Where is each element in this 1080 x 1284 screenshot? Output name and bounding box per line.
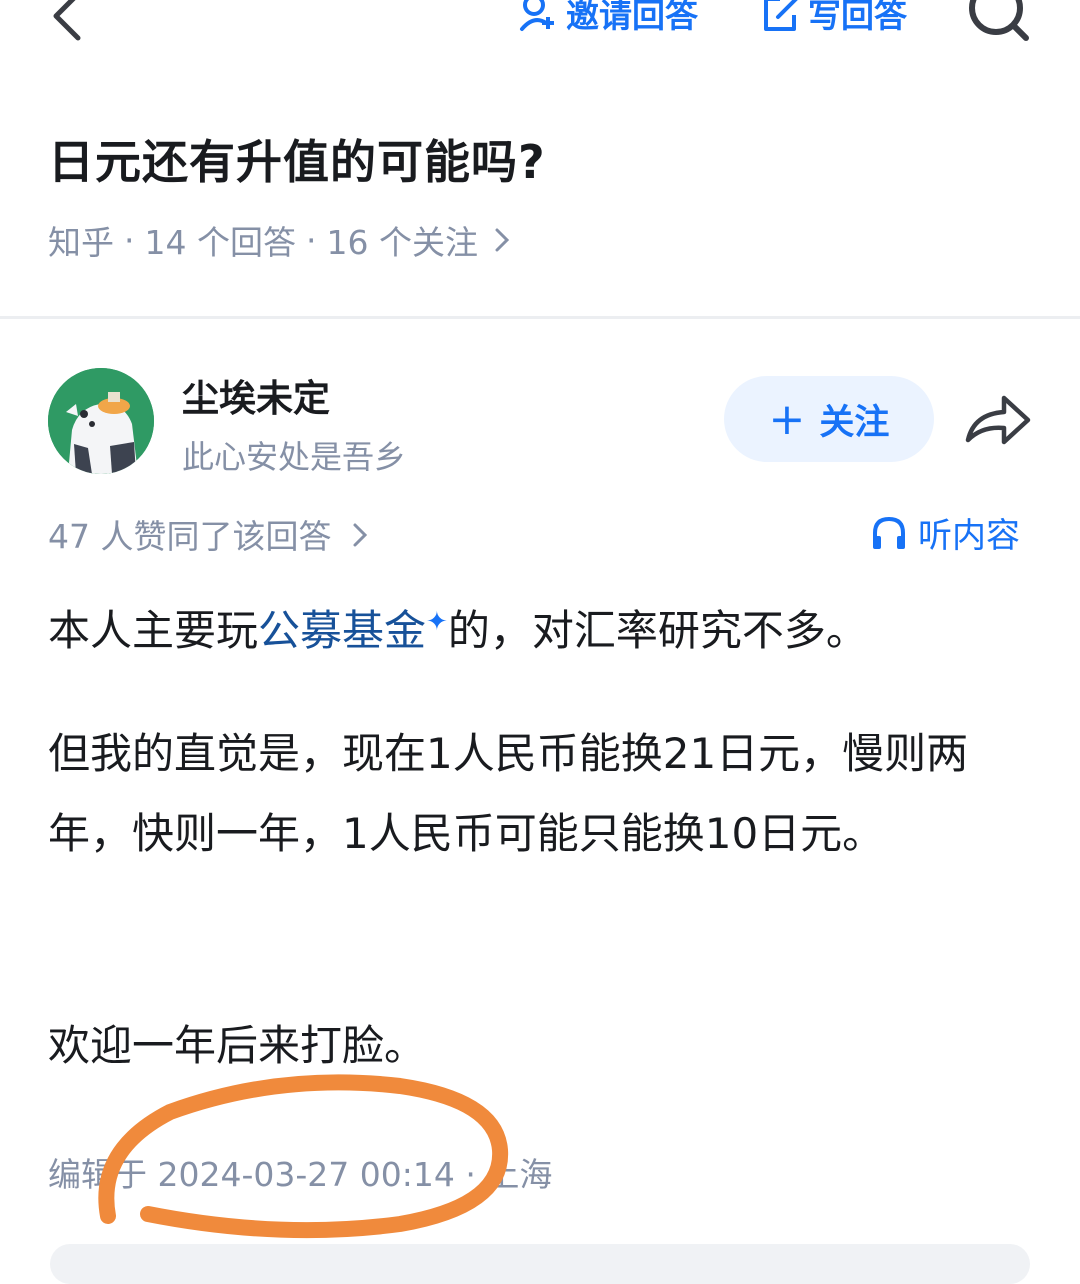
search-icon — [969, 0, 1029, 41]
answer-paragraph: 本人主要玩公募基金✦的，对汇率研究不多。 — [48, 582, 1038, 671]
invite-user-icon — [520, 0, 554, 31]
author-bio: 此心安处是吾乡 — [182, 438, 407, 476]
vote-summary[interactable]: 47 人赞同了该回答 — [48, 510, 368, 558]
paragraph-text: 本人主要玩 — [48, 606, 259, 655]
listen-button[interactable]: 听内容 — [870, 508, 1020, 557]
share-button[interactable] — [964, 392, 1032, 448]
follower-count: 16 个关注 — [326, 223, 478, 262]
question-title[interactable]: 日元还有升值的可能吗? — [48, 126, 546, 192]
answer-count: 14 个回答 — [144, 223, 296, 262]
sparkle-icon: ✦ — [426, 607, 448, 637]
keyword-link[interactable]: 公募基金 — [258, 606, 426, 655]
section-divider — [0, 316, 1080, 319]
chevron-right-icon — [495, 228, 510, 252]
plus-icon: + — [768, 393, 806, 445]
top-bar: 邀请回答 写回答 — [0, 0, 1080, 60]
paragraph-text: 的，对汇率研究不多。 — [447, 606, 868, 655]
meta-separator: · — [124, 220, 135, 260]
follow-label: 关注 — [819, 402, 890, 443]
edit-timestamp: 编辑于 2024-03-27 00:14 · 上海 — [48, 1155, 553, 1194]
answer-paragraph: 但我的直觉是，现在1人民币能换21日元，慢则两年，快则一年，1人民币可能只能换1… — [48, 729, 969, 858]
avatar[interactable] — [48, 368, 154, 474]
share-icon — [965, 395, 1031, 445]
chevron-left-icon — [53, 0, 81, 41]
meta-separator: · — [305, 220, 317, 260]
edit-icon — [764, 0, 798, 31]
question-source: 知乎 — [48, 223, 114, 262]
invite-label: 邀请回答 — [566, 0, 698, 35]
write-label: 写回答 — [808, 0, 907, 35]
answer-paragraph: 欢迎一年后来打脸。 — [48, 1021, 427, 1070]
question-meta[interactable]: 知乎 · 14 个回答 · 16 个关注 — [48, 216, 510, 264]
chevron-right-icon — [353, 523, 368, 547]
headphones-icon — [873, 516, 905, 549]
back-button[interactable] — [44, 0, 94, 46]
bottom-bar — [50, 1244, 1030, 1284]
follow-button[interactable]: + 关注 — [724, 376, 934, 462]
invite-answer-button[interactable]: 邀请回答 — [518, 0, 698, 38]
write-answer-button[interactable]: 写回答 — [760, 0, 907, 38]
listen-label: 听内容 — [918, 516, 1020, 556]
search-button[interactable] — [966, 0, 1032, 44]
avatar-illustration — [48, 368, 154, 474]
vote-count: 47 人赞同了该回答 — [48, 517, 332, 556]
author-name[interactable]: 尘埃未定 — [182, 368, 330, 422]
